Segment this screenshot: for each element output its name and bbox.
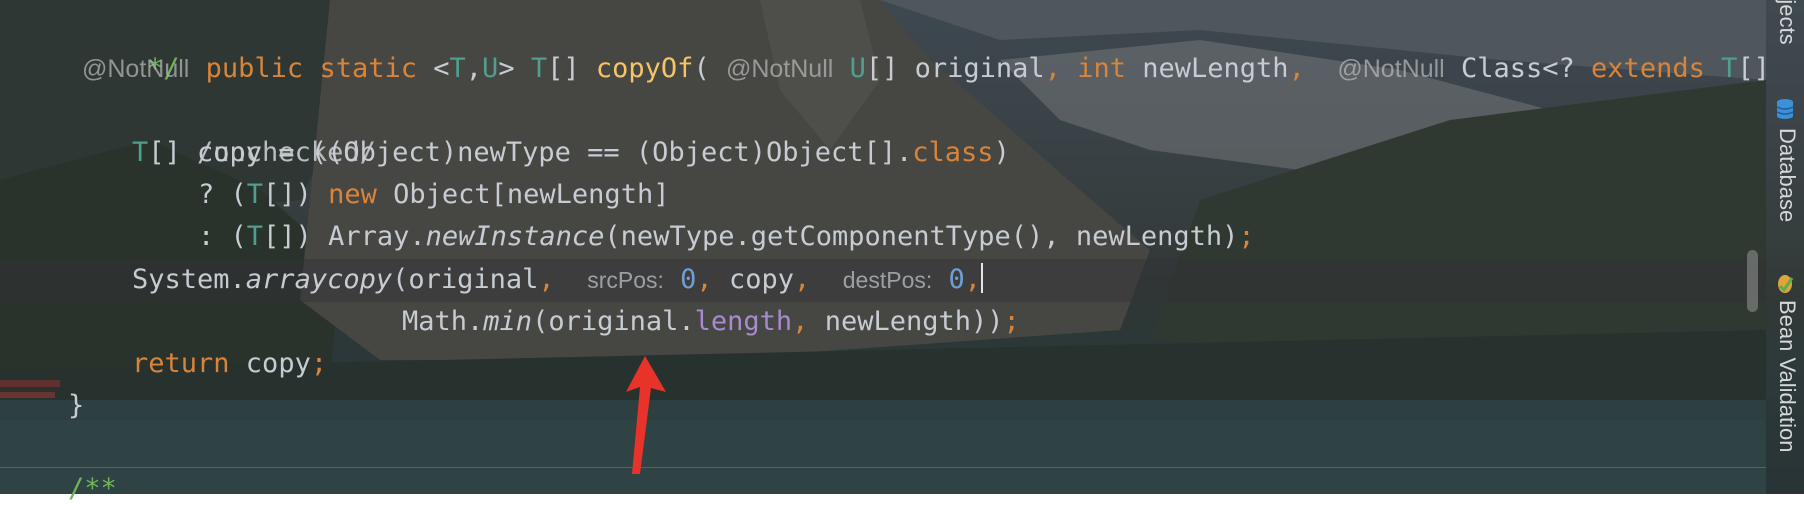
bean-validation-icon bbox=[1778, 275, 1794, 293]
number-literal: 0 bbox=[680, 264, 697, 295]
token: [] bbox=[865, 53, 899, 84]
token: ; bbox=[310, 348, 328, 379]
token: copy bbox=[712, 264, 794, 295]
code-line-10: } bbox=[68, 385, 84, 427]
token: : ( bbox=[198, 221, 247, 252]
parameter: original bbox=[914, 53, 1045, 84]
code-line-3: /unchecked/ bbox=[132, 90, 376, 168]
keyword: extends bbox=[1591, 53, 1705, 84]
keyword: new bbox=[328, 179, 377, 210]
comment-start: /** bbox=[68, 473, 117, 504]
type-param: T bbox=[132, 137, 149, 168]
token: (newType.getComponentType(), newLength) bbox=[604, 221, 1239, 252]
token: ; bbox=[1238, 221, 1255, 252]
token: , bbox=[793, 264, 811, 295]
parameter-hint: destPos: bbox=[842, 267, 933, 293]
token: copy bbox=[229, 348, 311, 379]
method-separator bbox=[0, 467, 1766, 468]
token: , bbox=[1044, 53, 1061, 84]
red-arrow-annotation bbox=[626, 356, 666, 474]
keyword: int bbox=[1077, 53, 1126, 84]
code-line-4: T[] copy = ((Object)newType == (Object)O… bbox=[132, 132, 1010, 174]
vertical-scrollbar-thumb[interactable] bbox=[1747, 250, 1758, 312]
type-param: T bbox=[1721, 53, 1738, 84]
token: , bbox=[538, 264, 555, 295]
method-declaration: copyOf bbox=[595, 53, 694, 84]
type-param: T bbox=[246, 221, 264, 252]
token: newLength)) bbox=[808, 306, 1004, 337]
token: > bbox=[498, 53, 515, 84]
token: Object[newLength] bbox=[376, 179, 670, 210]
token: , bbox=[465, 53, 483, 84]
token: (original bbox=[392, 264, 539, 295]
annotation: @NotNull bbox=[1337, 55, 1445, 83]
token: (original. bbox=[532, 306, 695, 337]
token: ) bbox=[993, 137, 1010, 168]
code-editor[interactable]: */ @NotNull public static <T,U> T[] copy… bbox=[0, 0, 1770, 504]
token: ? ( bbox=[198, 179, 247, 210]
type-param: U bbox=[849, 53, 866, 84]
text-caret bbox=[981, 263, 984, 293]
token: []) Array. bbox=[263, 221, 426, 252]
parameter-hint: srcPos: bbox=[587, 267, 664, 293]
number-literal: 0 bbox=[948, 264, 965, 295]
tab-bean-validation[interactable]: Bean Validation bbox=[1770, 300, 1800, 453]
static-method-call: arraycopy bbox=[245, 264, 393, 295]
code-line-5: ? (T[]) new Object[newLength] bbox=[198, 174, 669, 216]
token: System. bbox=[132, 264, 246, 295]
keyword: class bbox=[912, 137, 994, 168]
token: , bbox=[792, 306, 809, 337]
tab-database[interactable]: Database bbox=[1770, 128, 1800, 222]
code-line-1: */ bbox=[82, 6, 180, 84]
database-icon bbox=[1776, 99, 1794, 119]
token: Class<? bbox=[1460, 53, 1575, 84]
tab-database-label: Database bbox=[1775, 128, 1800, 223]
annotation: @NotNull bbox=[82, 55, 190, 83]
type-param: T bbox=[246, 179, 264, 210]
token: , bbox=[696, 264, 713, 295]
token: < bbox=[433, 53, 450, 84]
closing-brace: } bbox=[68, 390, 85, 421]
token: Math. bbox=[402, 306, 484, 337]
code-line-6: : (T[]) Array.newInstance(newType.getCom… bbox=[198, 216, 1255, 258]
tab-objects[interactable]: Objects bbox=[1770, 0, 1800, 45]
keyword: return bbox=[132, 348, 230, 379]
token: [] copy = ((Object)newType == (Object)Ob… bbox=[148, 137, 913, 168]
code-line-9: return copy; bbox=[132, 343, 327, 385]
keyword: static bbox=[319, 53, 417, 84]
token: [] bbox=[547, 53, 580, 84]
tab-bean-validation-label: Bean Validation bbox=[1775, 300, 1800, 453]
right-tool-window-strip: Objects Database Bean Validation bbox=[1766, 0, 1804, 494]
token: , bbox=[1288, 53, 1305, 84]
token: ( bbox=[693, 53, 710, 84]
code-line-2: @NotNull public static <T,U> T[] copyOf(… bbox=[82, 48, 1770, 90]
parameter: newLength bbox=[1142, 53, 1289, 84]
keyword: public bbox=[205, 53, 304, 84]
code-line-7: System.arraycopy(original, srcPos: 0, co… bbox=[132, 259, 984, 301]
static-method-call: min bbox=[483, 306, 533, 337]
code-line-8: Math.min(original.length, newLength)); bbox=[402, 301, 1020, 343]
code-line-11: /** bbox=[68, 468, 117, 510]
tab-objects-label: Objects bbox=[1775, 0, 1800, 45]
type-param: U bbox=[482, 53, 499, 84]
token: []) bbox=[263, 179, 329, 210]
annotation: @NotNull bbox=[725, 55, 834, 83]
static-method-call: newInstance bbox=[425, 221, 605, 252]
token: ; bbox=[1003, 306, 1020, 337]
type-param: T bbox=[449, 53, 466, 84]
token: [] bbox=[1737, 53, 1770, 84]
token: , bbox=[964, 264, 982, 295]
field: length bbox=[694, 306, 793, 337]
type-param: T bbox=[530, 53, 548, 84]
